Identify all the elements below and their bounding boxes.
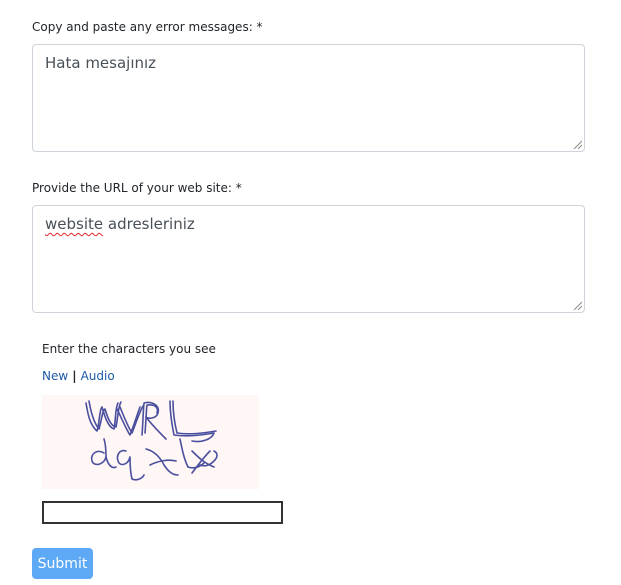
captcha-input[interactable]	[42, 501, 283, 524]
website-url-text: adresleriniz	[103, 215, 195, 233]
captcha-audio-link[interactable]: Audio	[81, 369, 115, 383]
error-messages-textarea[interactable]: Hata mesajınız	[32, 44, 585, 152]
website-url-textarea[interactable]: website adresleriniz	[32, 205, 585, 313]
captcha-image	[42, 395, 259, 489]
submit-button[interactable]: Submit	[32, 548, 93, 579]
captcha-new-link[interactable]: New	[42, 369, 68, 383]
captcha-title: Enter the characters you see	[42, 342, 216, 356]
error-messages-label: Copy and paste any error messages: *	[32, 20, 263, 34]
captcha-link-separator: |	[72, 369, 77, 383]
website-url-text-misspelled: website	[45, 215, 104, 233]
captcha-links: New | Audio	[42, 369, 115, 383]
captcha-distorted-characters	[85, 400, 218, 481]
resize-grip-icon[interactable]	[573, 301, 582, 310]
error-messages-text: Hata mesajınız	[45, 54, 157, 72]
resize-grip-icon[interactable]	[573, 140, 582, 149]
website-url-label: Provide the URL of your web site: *	[32, 181, 242, 195]
